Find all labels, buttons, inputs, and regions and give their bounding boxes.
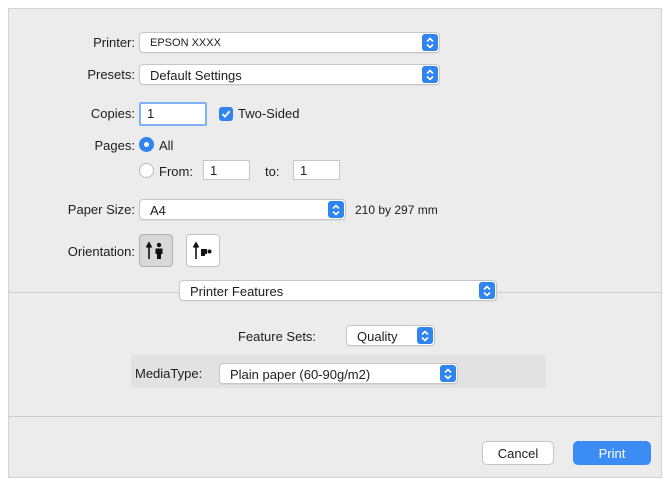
- paper-size-label: Paper Size:: [67, 202, 135, 217]
- footer-divider: [9, 416, 661, 417]
- section-popup[interactable]: Printer Features: [179, 280, 497, 301]
- feature-sets-value: Quality: [357, 329, 398, 344]
- landscape-orientation-icon: [192, 240, 212, 259]
- popup-arrows-icon: [440, 365, 456, 382]
- two-sided-checkbox[interactable]: [219, 107, 233, 121]
- pages-from-label: From:: [159, 164, 193, 179]
- section-value: Printer Features: [190, 284, 284, 299]
- orientation-label: Orientation:: [67, 244, 135, 259]
- popup-arrows-icon: [422, 66, 438, 83]
- paper-dimensions: 210 by 297 mm: [355, 203, 438, 217]
- paper-size-popup[interactable]: A4: [139, 199, 346, 220]
- pages-to-value: 1: [300, 163, 308, 178]
- portrait-orientation-icon: [145, 240, 163, 259]
- pages-all-label: All: [159, 138, 174, 153]
- presets-popup[interactable]: Default Settings: [139, 64, 440, 85]
- copies-value: 1: [147, 106, 155, 121]
- pages-from-value: 1: [210, 163, 218, 178]
- pages-from-field[interactable]: 1: [203, 160, 250, 180]
- pages-to-label: to:: [265, 164, 280, 179]
- paper-size-value: A4: [150, 203, 166, 218]
- popup-arrows-icon: [328, 201, 344, 218]
- copies-field[interactable]: 1: [139, 102, 207, 126]
- pages-from-radio[interactable]: [139, 163, 154, 178]
- print-dialog: Printer: EPSON XXXX Presets: Default Set…: [8, 8, 662, 478]
- media-type-popup[interactable]: Plain paper (60-90g/m2): [219, 363, 458, 384]
- media-type-value: Plain paper (60-90g/m2): [230, 367, 371, 382]
- popup-arrows-icon: [422, 34, 438, 51]
- printer-value: EPSON XXXX: [150, 37, 221, 49]
- pages-all-radio[interactable]: [139, 137, 154, 152]
- printer-label: Printer:: [93, 35, 135, 50]
- pages-to-field[interactable]: 1: [293, 160, 340, 180]
- printer-popup[interactable]: EPSON XXXX: [139, 32, 440, 53]
- pages-label: Pages:: [94, 138, 135, 153]
- orientation-landscape-button[interactable]: [186, 234, 220, 267]
- copies-label: Copies:: [90, 106, 135, 121]
- media-type-label: MediaType:: [135, 366, 203, 381]
- orientation-portrait-button[interactable]: [139, 234, 173, 267]
- print-button[interactable]: Print: [573, 441, 651, 465]
- cancel-button[interactable]: Cancel: [482, 441, 554, 465]
- two-sided-label: Two-Sided: [238, 106, 300, 121]
- feature-sets-popup[interactable]: Quality: [346, 325, 435, 346]
- feature-sets-label: Feature Sets:: [238, 329, 317, 344]
- presets-label: Presets:: [87, 67, 135, 82]
- popup-arrows-icon: [479, 282, 495, 299]
- popup-arrows-icon: [417, 327, 433, 344]
- presets-value: Default Settings: [150, 68, 242, 83]
